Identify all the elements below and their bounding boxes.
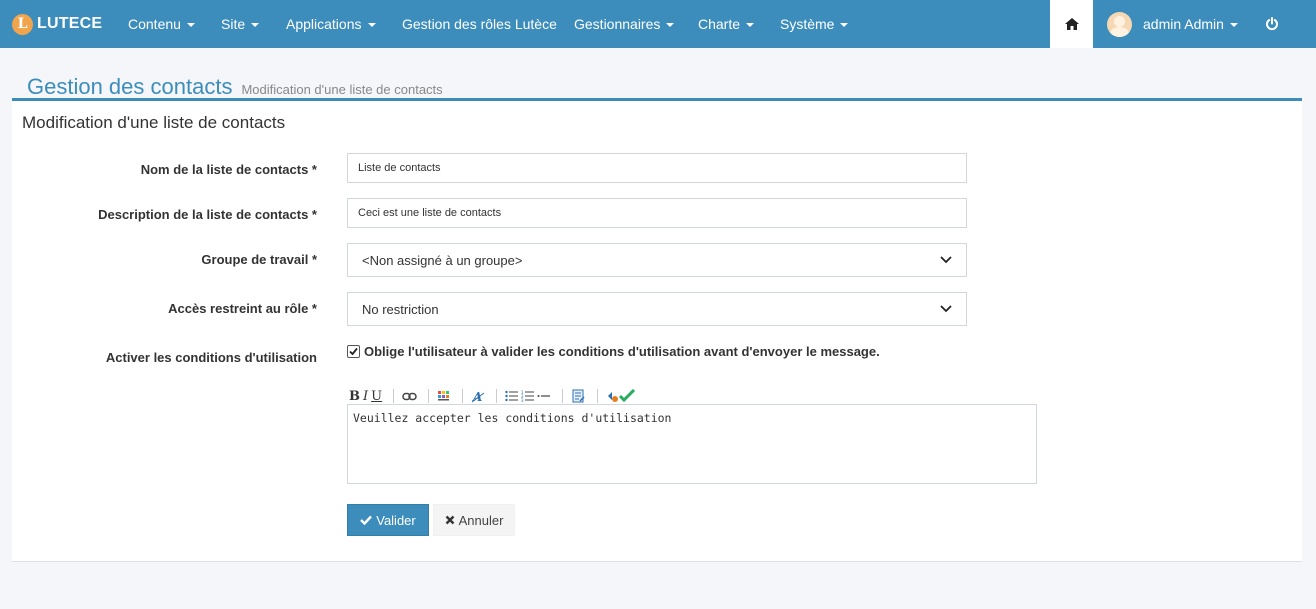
page-subtitle: Modification d'une liste de contacts [241,82,443,97]
toolbar-separator [393,389,395,403]
tos-label: Activer les conditions d'utilisation [105,350,317,365]
name-input[interactable]: Liste de contacts [347,153,967,183]
nav-item-applications[interactable]: Applications [286,0,376,48]
bulleted-list-button[interactable] [505,388,519,404]
nav-item-label: Contenu [128,16,181,32]
nav-item-label: Système [780,16,835,32]
spellcheck-button[interactable] [606,388,636,404]
toolbar-separator [428,389,430,403]
nav-item-label: Applications [286,16,362,32]
user-menu[interactable]: admin Admin [1107,0,1238,48]
nav-item-contenu[interactable]: Contenu [128,0,195,48]
source-button[interactable] [571,388,586,404]
nav-item-label: Charte [698,16,741,32]
toolbar-separator [462,389,464,403]
link-icon [402,392,417,400]
role-select-value: No restriction [362,301,439,317]
box-title: Modification d'une liste de contacts [22,113,286,132]
top-navbar: L LUTECE Contenu Site Applications Gesti… [0,0,1316,48]
nav-item-label: Gestion des rôles Lutèce [402,16,557,32]
nav-item-site[interactable]: Site [221,0,260,48]
caret-down-icon [186,23,195,27]
toolbar-separator [496,389,498,403]
workgroup-select[interactable]: <Non assigné à un groupe> [347,243,967,277]
svg-text:3: 3 [521,398,524,402]
spellcheck-icon [608,389,636,403]
chevron-down-icon [940,305,952,313]
caret-down-icon [251,23,260,27]
close-icon [445,515,455,525]
description-label: Description de la liste de contacts * [98,207,317,222]
bold-button[interactable]: B [349,388,360,404]
name-input-value: Liste de contacts [358,162,441,174]
tos-editor-textarea[interactable]: Veuillez accepter les conditions d'utili… [347,404,1037,484]
lutece-logo-icon: L [12,13,33,35]
form-box: Modification d'une liste de contacts Nom… [12,101,1302,562]
user-name: admin Admin [1143,16,1224,32]
home-button[interactable] [1050,0,1093,48]
editor-text: Veuillez accepter les conditions d'utili… [353,411,672,425]
tos-checkbox-label: Oblige l'utilisateur à valider les condi… [364,344,880,359]
role-label: Accès restreint au rôle * [168,301,317,316]
avatar [1107,11,1132,37]
workgroup-label: Groupe de travail * [201,252,317,267]
check-icon [360,515,373,525]
nav-item-charte[interactable]: Charte [698,0,755,48]
tos-checkbox[interactable] [347,345,360,358]
page-title: Gestion des contacts [27,74,233,99]
italic-button[interactable]: I [363,388,368,404]
role-select[interactable]: No restriction [347,292,967,326]
submit-button-label: Valider [376,512,416,528]
nav-item-systeme[interactable]: Système [780,0,849,48]
description-input[interactable]: Ceci est une liste de contacts [347,198,967,228]
numbered-list-icon: 1 2 3 [521,390,535,402]
editor-toolbar: B I U A 1 2 3 [349,387,639,405]
cancel-button[interactable]: Annuler [433,504,515,536]
caret-down-icon [746,23,755,27]
nav-item-label: Site [221,16,246,32]
page-header: Gestion des contacts Modification d'une … [27,74,443,100]
caret-down-icon [1229,23,1238,27]
caret-down-icon [367,23,376,27]
link-button[interactable] [402,388,417,404]
tos-checkbox-row[interactable]: Oblige l'utilisateur à valider les condi… [347,344,880,359]
name-label: Nom de la liste de contacts * [140,162,317,177]
nav-item-gestion-roles[interactable]: Gestion des rôles Lutèce [402,0,557,48]
submit-button[interactable]: Valider [347,504,429,536]
caret-down-icon [840,23,849,27]
nav-item-label: Gestionnaires [574,16,661,32]
cancel-button-label: Annuler [458,512,504,528]
power-icon [1266,17,1278,31]
chevron-down-icon [940,256,952,264]
horizontal-rule-button[interactable] [537,388,551,404]
home-icon [1064,18,1079,30]
check-icon [349,347,358,356]
source-code-icon [572,389,585,402]
numbered-list-button[interactable]: 1 2 3 [521,388,535,404]
toolbar-separator [562,389,564,403]
logout-button[interactable] [1262,14,1282,34]
brand[interactable]: L LUTECE [12,13,102,35]
bulleted-list-icon [505,390,519,402]
brand-text: LUTECE [37,15,103,32]
description-input-value: Ceci est une liste de contacts [358,207,502,219]
remove-format-button[interactable]: A [471,388,485,404]
remove-format-icon: A [471,390,485,403]
toolbar-separator [597,389,599,403]
horizontal-rule-icon [537,395,551,397]
caret-down-icon [666,23,675,27]
color-button[interactable] [437,388,451,404]
nav-item-gestionnaires[interactable]: Gestionnaires [574,0,675,48]
underline-button[interactable]: U [371,388,382,404]
workgroup-select-value: <Non assigné à un groupe> [362,252,523,268]
color-palette-icon [438,391,450,401]
